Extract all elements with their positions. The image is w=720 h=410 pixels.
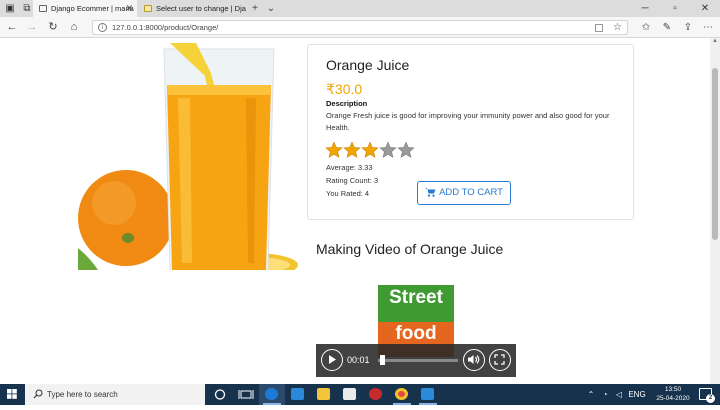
- scroll-up-arrow-icon[interactable]: ▲: [710, 38, 720, 46]
- video-current-time: 00:01: [347, 355, 370, 365]
- video-progress-track[interactable]: [378, 359, 458, 362]
- reading-view-icon[interactable]: [595, 24, 603, 32]
- clock-date: 25-04-2020: [656, 394, 690, 402]
- close-tab-icon[interactable]: ✕: [125, 0, 133, 17]
- video-player[interactable]: Street food 00:01: [316, 260, 516, 384]
- page-scrollbar[interactable]: ▲: [710, 38, 720, 384]
- store-icon[interactable]: [337, 384, 363, 405]
- clock-time: 13:50: [664, 386, 682, 393]
- description-heading: Description: [326, 99, 368, 108]
- product-details-card: Orange Juice ₹30.0 Description Orange Fr…: [307, 44, 634, 220]
- star-filled-icon[interactable]: [361, 141, 379, 159]
- action-center-icon[interactable]: 2: [699, 388, 715, 403]
- home-icon[interactable]: ⌂: [66, 20, 82, 35]
- video-progress-handle[interactable]: [379, 355, 385, 365]
- url-text[interactable]: 127.0.0.1:8000/product/Orange/: [112, 21, 218, 35]
- user-rating: You Rated: 4: [326, 189, 370, 198]
- favorites-star-icon[interactable]: ✩: [638, 20, 654, 35]
- share-icon[interactable]: ⇪: [680, 20, 696, 35]
- pen-icon[interactable]: ✎: [659, 20, 675, 35]
- product-price: ₹30.0: [326, 81, 363, 97]
- refresh-icon[interactable]: ↻: [45, 20, 61, 35]
- mail-icon[interactable]: [285, 384, 311, 405]
- rating-count: Rating Count: 3: [326, 176, 379, 185]
- play-button[interactable]: [321, 349, 343, 371]
- scrollbar-thumb[interactable]: [712, 68, 718, 240]
- orange-juice-image: [78, 43, 304, 270]
- site-info-icon[interactable]: i: [98, 23, 107, 32]
- windows-logo-icon: [7, 389, 17, 399]
- back-arrow-icon[interactable]: ←: [4, 20, 20, 35]
- page-favicon-icon: [39, 5, 47, 12]
- maximize-icon[interactable]: ▫: [660, 0, 690, 17]
- browser-navigation-bar: ← → ↻ ⌂ i 127.0.0.1:8000/product/Orange/…: [0, 17, 720, 38]
- close-window-icon[interactable]: ✕: [690, 0, 720, 17]
- set-tabs-aside-icon[interactable]: ⧉: [20, 2, 34, 15]
- tab-select-user[interactable]: Select user to change | Djan: [138, 0, 246, 17]
- forward-arrow-icon[interactable]: →: [24, 20, 40, 35]
- task-view-icon[interactable]: [233, 384, 259, 405]
- vscode-icon[interactable]: [415, 384, 441, 405]
- star-empty-icon[interactable]: [379, 141, 397, 159]
- volume-icon[interactable]: ◁: [612, 384, 626, 405]
- tab-list-chevron-down-icon[interactable]: ⌄: [264, 0, 278, 17]
- notification-count: 2: [706, 394, 715, 403]
- language-indicator[interactable]: ENG: [626, 384, 648, 405]
- star-filled-icon[interactable]: [343, 141, 361, 159]
- address-bar[interactable]: i 127.0.0.1:8000/product/Orange/ ☆: [92, 20, 628, 35]
- page-favicon-icon: [144, 5, 152, 12]
- file-explorer-icon[interactable]: [311, 384, 337, 405]
- fullscreen-icon: [494, 354, 505, 365]
- product-title: Orange Juice: [326, 57, 410, 73]
- video-section-heading: Making Video of Orange Juice: [316, 241, 504, 257]
- search-icon: [33, 389, 43, 399]
- speaker-icon: [468, 355, 480, 364]
- app-red-icon[interactable]: [363, 384, 389, 405]
- star-empty-icon[interactable]: [397, 141, 415, 159]
- thumbnail-word-2: food: [395, 323, 437, 344]
- add-favorite-star-icon[interactable]: ☆: [613, 21, 622, 35]
- product-description: Orange Fresh juice is good for improving…: [326, 111, 610, 132]
- star-filled-icon[interactable]: [325, 141, 343, 159]
- taskbar-clock[interactable]: 13:50 25-04-2020: [650, 386, 696, 403]
- star-rating[interactable]: [325, 141, 417, 159]
- tab-django-ecommer[interactable]: Django Ecommer | mana ✕: [33, 0, 137, 17]
- video-controls: 00:01: [316, 344, 516, 377]
- thumbnail-word-1: Street: [389, 287, 443, 308]
- window-menu-icon[interactable]: ▣: [3, 2, 17, 15]
- tab-title: Django Ecommer | mana: [51, 4, 134, 13]
- add-to-cart-button[interactable]: ADD TO CART: [417, 181, 511, 205]
- search-placeholder: Type here to search: [47, 390, 118, 399]
- minimize-icon[interactable]: ─: [630, 0, 660, 17]
- chrome-icon[interactable]: [389, 384, 415, 405]
- taskbar-search-box[interactable]: Type here to search: [25, 384, 205, 405]
- cortana-icon[interactable]: [207, 384, 233, 405]
- tab-title: Select user to change | Djan: [156, 4, 246, 13]
- product-page: Orange Juice ₹30.0 Description Orange Fr…: [0, 38, 710, 384]
- play-icon: [329, 355, 336, 364]
- average-rating: Average: 3.33: [326, 163, 373, 172]
- new-tab-plus-icon[interactable]: +: [248, 0, 262, 17]
- shopping-cart-icon: [425, 188, 436, 197]
- windows-taskbar: Type here to search ⌃ ◔ ◁ ENG 13:50 25-0…: [0, 384, 720, 405]
- add-to-cart-label: ADD TO CART: [439, 187, 503, 198]
- volume-button[interactable]: [463, 349, 485, 371]
- windows-start-button[interactable]: [0, 384, 24, 405]
- network-icon[interactable]: ◔: [598, 384, 612, 405]
- ellipsis-icon[interactable]: ⋯: [700, 20, 716, 35]
- browser-tab-bar: ▣ ⧉ Django Ecommer | mana ✕ Select user …: [0, 0, 720, 17]
- show-hidden-icons-chevron-icon[interactable]: ⌃: [584, 384, 598, 405]
- edge-browser-icon[interactable]: [259, 384, 285, 405]
- fullscreen-button[interactable]: [489, 349, 511, 371]
